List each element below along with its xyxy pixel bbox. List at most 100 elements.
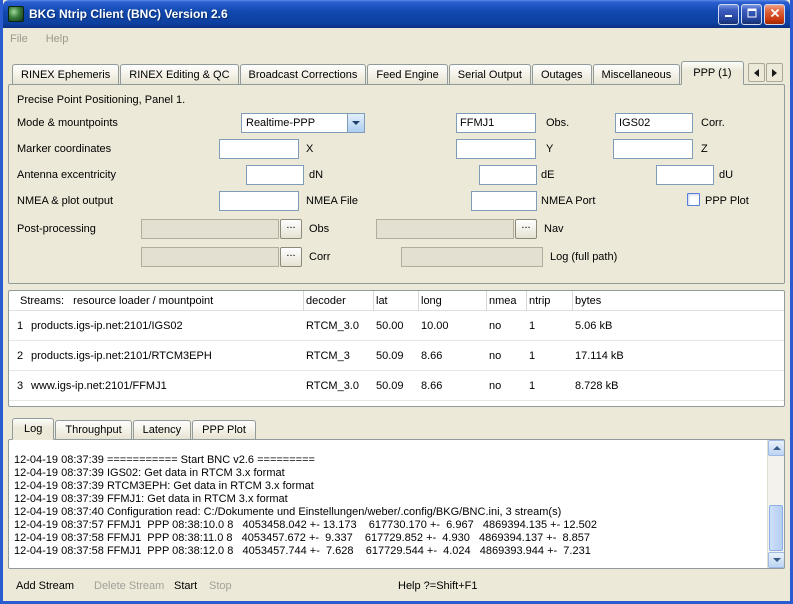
tab-rinex-editing-qc[interactable]: RINEX Editing & QC — [120, 64, 238, 84]
tab-rinex-ephemeris[interactable]: RINEX Ephemeris — [12, 64, 119, 84]
marker-coordinates-label: Marker coordinates — [17, 142, 111, 156]
ppp-plot-label: PPP Plot — [705, 194, 749, 208]
chevron-down-icon — [352, 121, 360, 125]
antenna-dn-input[interactable] — [246, 165, 304, 185]
tab-throughput[interactable]: Throughput — [55, 420, 131, 439]
tab-ppp-1[interactable]: PPP (1) — [681, 61, 743, 85]
post-obs-browse-button[interactable]: ... — [280, 219, 302, 239]
x-label: X — [306, 142, 313, 156]
stream-lat: 50.00 — [374, 320, 419, 332]
streams-table: Streams: resource loader / mountpoint de… — [8, 290, 785, 407]
antenna-de-input[interactable] — [479, 165, 537, 185]
corr-label: Corr. — [701, 116, 725, 130]
column-header-mountpoint: Streams: resource loader / mountpoint — [9, 291, 304, 311]
row-number: 1 — [9, 320, 31, 332]
stream-bytes: 17.114 kB — [573, 350, 784, 362]
log-line: 12-04-19 08:37:58 FFMJ1 PPP 08:38:12.0 8… — [14, 545, 764, 558]
menu-file[interactable]: File — [10, 33, 28, 45]
menu-bar: File Help — [3, 28, 790, 50]
stream-nmea: no — [487, 320, 527, 332]
close-button[interactable] — [764, 4, 785, 25]
stream-long: 10.00 — [419, 320, 487, 332]
stream-lat: 50.09 — [374, 350, 419, 362]
minimize-icon — [724, 8, 734, 21]
stream-mountpoint: www.igs-ip.net:2101/FFMJ1 — [31, 380, 304, 392]
title-bar[interactable]: BKG Ntrip Client (BNC) Version 2.6 — [3, 0, 790, 28]
obs-label: Obs. — [546, 116, 569, 130]
window-title: BKG Ntrip Client (BNC) Version 2.6 — [29, 7, 228, 21]
stream-decoder: RTCM_3.0 — [304, 320, 374, 332]
column-header-ntrip: ntrip — [527, 291, 573, 311]
y-label: Y — [546, 142, 553, 156]
de-label: dE — [541, 168, 554, 182]
log-line: 12-04-19 08:37:39 IGS02: Get data in RTC… — [14, 467, 764, 480]
tab-latency[interactable]: Latency — [133, 420, 192, 439]
ppp-mode-select[interactable]: Realtime-PPP — [241, 113, 365, 133]
ppp-plot-checkbox[interactable] — [687, 193, 700, 206]
nmea-plot-output-label: NMEA & plot output — [17, 194, 113, 208]
stream-nmea: no — [487, 350, 527, 362]
column-header-decoder: decoder — [304, 291, 374, 311]
marker-x-input[interactable] — [219, 139, 299, 159]
tab-feed-engine[interactable]: Feed Engine — [367, 64, 447, 84]
add-stream-button[interactable]: Add Stream — [16, 580, 74, 592]
post-nav-path-input[interactable] — [376, 219, 514, 239]
start-button[interactable]: Start — [174, 580, 197, 592]
nmea-port-label: NMEA Port — [541, 194, 595, 208]
column-header-lat: lat — [374, 291, 419, 311]
streams-header-row: Streams: resource loader / mountpoint de… — [9, 291, 784, 311]
post-corr-browse-button[interactable]: ... — [280, 247, 302, 267]
scroll-down-button[interactable] — [768, 552, 785, 568]
tab-miscellaneous[interactable]: Miscellaneous — [593, 64, 681, 84]
tab-outages[interactable]: Outages — [532, 64, 592, 84]
maximize-button[interactable] — [741, 4, 762, 25]
tab-broadcast-corrections[interactable]: Broadcast Corrections — [240, 64, 367, 84]
post-nav-browse-button[interactable]: ... — [515, 219, 537, 239]
stream-ntrip: 1 — [527, 320, 573, 332]
corr-mountpoint-input[interactable] — [615, 113, 693, 133]
nmea-port-input[interactable] — [471, 191, 537, 211]
menu-help[interactable]: Help — [46, 33, 69, 45]
post-obs-label: Obs — [309, 222, 329, 236]
dropdown-button[interactable] — [347, 114, 364, 132]
arrow-up-icon — [773, 446, 781, 450]
stream-row[interactable]: 3 www.igs-ip.net:2101/FFMJ1 RTCM_3.0 50.… — [9, 371, 784, 401]
nmea-file-input[interactable] — [219, 191, 299, 211]
stop-button[interactable]: Stop — [209, 580, 232, 592]
antenna-excentricity-label: Antenna excentricity — [17, 168, 116, 182]
scroll-up-button[interactable] — [768, 440, 785, 456]
obs-mountpoint-input[interactable] — [456, 113, 536, 133]
bottom-tab-bar: Log Throughput Latency PPP Plot — [8, 417, 785, 439]
tab-scroll-left-button[interactable] — [748, 63, 765, 82]
log-line: 12-04-19 08:37:39 RTCM3EPH: Get data in … — [14, 480, 764, 493]
minimize-button[interactable] — [718, 4, 739, 25]
stream-decoder: RTCM_3.0 — [304, 380, 374, 392]
marker-y-input[interactable] — [456, 139, 536, 159]
stream-lat: 50.09 — [374, 380, 419, 392]
column-header-bytes: bytes — [573, 291, 784, 311]
stream-row[interactable]: 2 products.igs-ip.net:2101/RTCM3EPH RTCM… — [9, 341, 784, 371]
tab-scroll-right-button[interactable] — [766, 63, 783, 82]
tab-log[interactable]: Log — [12, 418, 54, 440]
post-obs-path-input[interactable] — [141, 219, 279, 239]
log-scrollbar[interactable] — [767, 440, 784, 568]
mode-mountpoints-label: Mode & mountpoints — [17, 116, 118, 130]
post-log-path-input[interactable] — [401, 247, 543, 267]
delete-stream-button[interactable]: Delete Stream — [94, 580, 164, 592]
tab-ppp-plot[interactable]: PPP Plot — [192, 420, 256, 439]
antenna-du-input[interactable] — [656, 165, 714, 185]
log-content: 12-04-19 08:37:39 =========== Start BNC … — [14, 454, 764, 558]
arrow-right-icon — [772, 69, 777, 77]
tab-serial-output[interactable]: Serial Output — [449, 64, 531, 84]
scrollbar-thumb[interactable] — [769, 505, 783, 551]
marker-z-input[interactable] — [613, 139, 693, 159]
stream-bytes: 5.06 kB — [573, 320, 784, 332]
stream-mountpoint: products.igs-ip.net:2101/IGS02 — [31, 320, 304, 332]
footer-bar: Add Stream Delete Stream Start Stop Help… — [8, 569, 785, 601]
column-header-long: long — [419, 291, 487, 311]
bnc-window: BKG Ntrip Client (BNC) Version 2.6 File … — [0, 0, 793, 604]
stream-row[interactable]: 1 products.igs-ip.net:2101/IGS02 RTCM_3.… — [9, 311, 784, 341]
post-corr-path-input[interactable] — [141, 247, 279, 267]
log-line: 12-04-19 08:37:58 FFMJ1 PPP 08:38:11.0 8… — [14, 532, 764, 545]
top-tab-bar: RINEX Ephemeris RINEX Editing & QC Broad… — [8, 60, 785, 84]
